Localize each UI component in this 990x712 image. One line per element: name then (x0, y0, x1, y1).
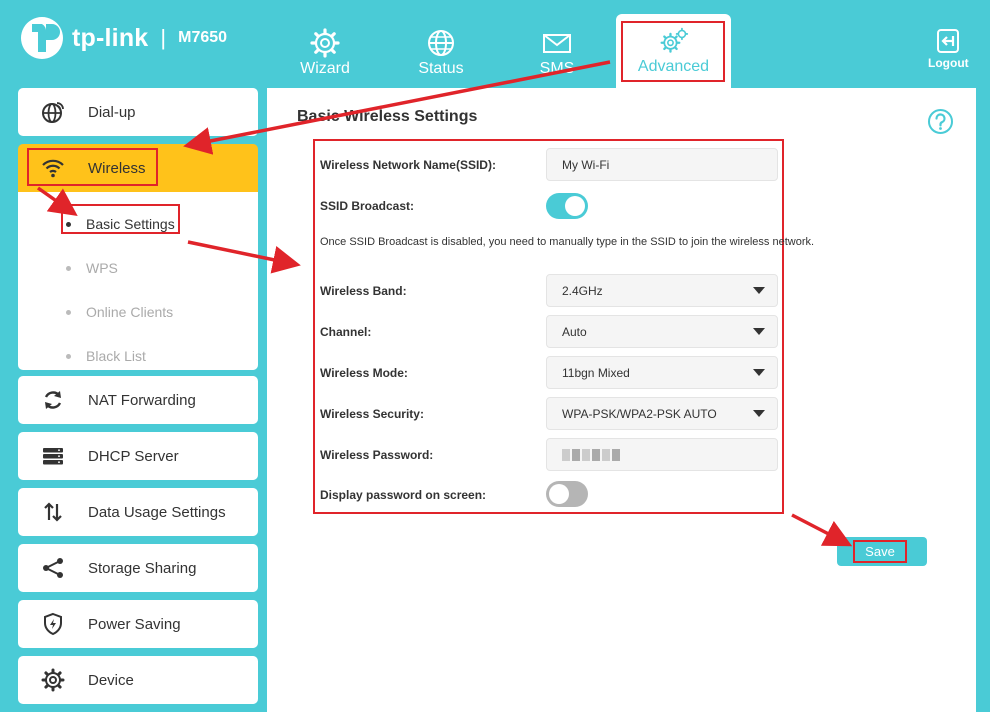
ssid-broadcast-toggle[interactable] (546, 193, 588, 219)
brand-name: tp-link (72, 23, 149, 52)
sidebar-item-device[interactable]: Device (18, 656, 258, 704)
logout-label: Logout (928, 56, 969, 70)
toggle-knob (565, 196, 585, 216)
tab-wizard-label: Wizard (300, 60, 350, 77)
chevron-down-icon (753, 410, 765, 417)
wireless-security-label: Wireless Security: (320, 407, 424, 421)
annotation-box-advanced (621, 21, 725, 82)
channel-label: Channel: (320, 325, 372, 339)
page-title: Basic Wireless Settings (297, 108, 478, 125)
header-bar: tp-link | M7650 Wizard Status SMS Advanc… (0, 0, 990, 88)
tab-sms-label: SMS (539, 60, 575, 77)
wireless-security-value: WPA-PSK/WPA2-PSK AUTO (562, 406, 717, 421)
bullet-dot (66, 309, 71, 315)
ssid-broadcast-label: SSID Broadcast: (320, 199, 415, 213)
logout-button[interactable]: Logout (928, 28, 969, 70)
chevron-down-icon (753, 287, 765, 294)
tab-status-label: Status (418, 60, 464, 77)
sidebar-item-label: DHCP Server (88, 447, 179, 465)
sidebar-item-data-usage-settings[interactable]: Data Usage Settings (18, 488, 258, 536)
wireless-password-label: Wireless Password: (320, 448, 434, 462)
gear-icon (310, 28, 340, 58)
wireless-band-value: 2.4GHz (562, 283, 603, 298)
sidebar-item-dial-up[interactable]: Dial-up (18, 88, 258, 136)
chevron-down-icon (753, 369, 765, 376)
envelope-icon (543, 34, 571, 53)
bullet-dot (66, 265, 71, 271)
server-icon (43, 448, 63, 465)
submenu-item-label: WPS (86, 260, 118, 276)
up-down-arrows-icon (44, 502, 62, 522)
submenu-item-label: Online Clients (86, 304, 174, 320)
ssid-input[interactable]: My Wi-Fi (546, 148, 778, 181)
tp-link-logo-icon (20, 17, 63, 60)
model-name: M7650 (178, 29, 228, 46)
sidebar-item-nat-forwarding[interactable]: NAT Forwarding (18, 376, 258, 424)
tab-advanced[interactable]: Advanced (616, 14, 731, 88)
sidebar-item-label: Power Saving (88, 615, 181, 633)
chevron-down-icon (753, 328, 765, 335)
wireless-mode-select[interactable]: 11bgn Mixed (546, 356, 778, 389)
wireless-password-input[interactable] (546, 438, 778, 471)
annotation-box-basic-settings (61, 204, 180, 234)
tp-link-logo: tp-link | M7650 (18, 14, 227, 62)
gear-icon (41, 668, 65, 692)
ssid-broadcast-hint: Once SSID Broadcast is disabled, you nee… (320, 236, 815, 248)
sidebar-item-power-saving[interactable]: Power Saving (18, 600, 258, 648)
sidebar-item-label: Storage Sharing (88, 559, 197, 577)
tab-sms[interactable]: SMS (502, 22, 612, 82)
submenu-item-label: Black List (86, 348, 146, 364)
tab-wizard[interactable]: Wizard (270, 22, 380, 82)
submenu-item-wps[interactable]: WPS (66, 260, 118, 276)
display-password-toggle[interactable] (546, 481, 588, 507)
globe-icon (428, 30, 454, 56)
tab-status[interactable]: Status (386, 22, 496, 82)
channel-value: Auto (562, 324, 587, 339)
channel-select[interactable]: Auto (546, 315, 778, 348)
submenu-item-black-list[interactable]: Black List (66, 348, 146, 364)
help-icon[interactable] (927, 108, 954, 135)
brand-separator: | (160, 25, 167, 50)
share-icon (43, 558, 63, 578)
wireless-band-select[interactable]: 2.4GHz (546, 274, 778, 307)
sidebar-item-dhcp-server[interactable]: DHCP Server (18, 432, 258, 480)
sidebar-item-label: Data Usage Settings (88, 503, 226, 521)
password-masked-value (562, 448, 620, 461)
bullet-dot (66, 353, 71, 359)
sidebar-item-storage-sharing[interactable]: Storage Sharing (18, 544, 258, 592)
display-password-label: Display password on screen: (320, 488, 487, 502)
wireless-mode-value: 11bgn Mixed (562, 365, 630, 380)
sidebar-item-label: Dial-up (88, 103, 136, 121)
refresh-icon (44, 391, 62, 409)
shield-icon (44, 612, 62, 636)
wireless-security-select[interactable]: WPA-PSK/WPA2-PSK AUTO (546, 397, 778, 430)
globe-network-icon (42, 102, 64, 123)
toggle-knob (549, 484, 569, 504)
sidebar-item-label: Device (88, 671, 134, 689)
submenu-item-online-clients[interactable]: Online Clients (66, 304, 173, 320)
wireless-band-label: Wireless Band: (320, 284, 407, 298)
save-button[interactable]: Save (837, 537, 927, 566)
wireless-mode-label: Wireless Mode: (320, 366, 408, 380)
save-button-label: Save (853, 540, 907, 563)
ssid-label: Wireless Network Name(SSID): (320, 158, 496, 172)
main-panel: Basic Wireless Settings Wireless Network… (267, 88, 976, 712)
logout-icon (937, 29, 959, 53)
sidebar-item-label: NAT Forwarding (88, 391, 196, 409)
annotation-box-wireless (27, 148, 158, 186)
